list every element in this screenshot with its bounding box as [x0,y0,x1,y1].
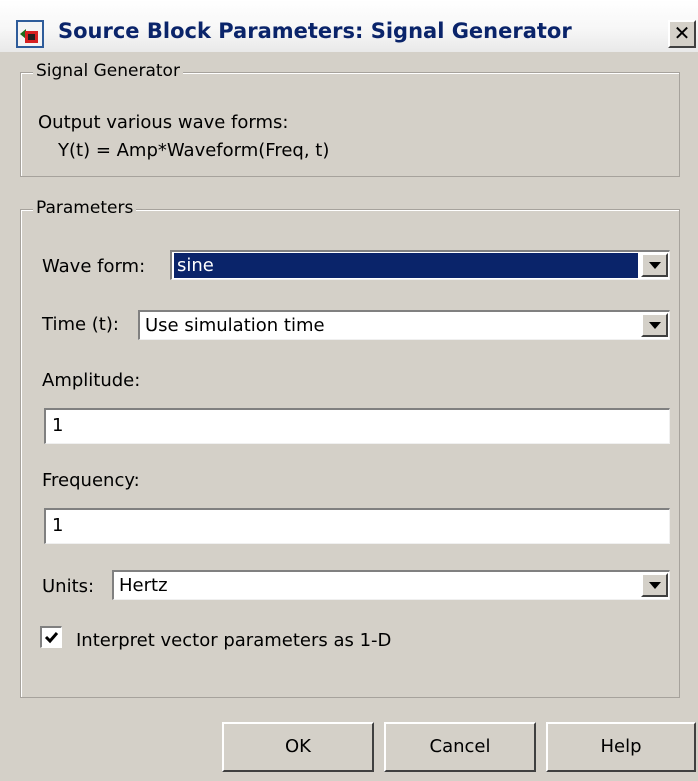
chevron-down-icon [649,582,661,589]
description-line-2: Y(t) = Amp*Waveform(Freq, t) [58,140,330,161]
amplitude-label: Amplitude: [42,370,141,391]
interpret-vector-label[interactable]: Interpret vector parameters as 1-D [76,630,391,651]
wave-form-select[interactable]: sine [170,250,670,280]
simulink-block-icon [16,20,44,48]
dialog-window: Source Block Parameters: Signal Generato… [0,0,698,781]
close-button[interactable]: ✕ [668,20,696,48]
check-icon [44,632,59,644]
frequency-label: Frequency: [42,470,140,491]
help-button[interactable]: Help [546,722,696,772]
units-label: Units: [42,576,95,597]
chevron-down-icon [649,262,661,269]
description-line-1: Output various wave forms: [38,112,289,133]
units-value: Hertz [119,575,168,596]
chevron-down-icon [649,322,661,329]
amplitude-input[interactable]: 1 [44,408,670,444]
wave-form-value: sine [174,253,638,278]
wave-form-dropdown-button[interactable] [641,253,668,277]
description-group-legend: Signal Generator [33,61,183,81]
time-dropdown-button[interactable] [641,313,668,337]
time-value: Use simulation time [145,315,325,336]
parameters-group-legend: Parameters [33,198,137,218]
window-title: Source Block Parameters: Signal Generato… [58,19,572,43]
frequency-input[interactable]: 1 [44,508,670,544]
ok-button[interactable]: OK [222,722,374,772]
units-dropdown-button[interactable] [641,573,668,597]
time-select[interactable]: Use simulation time [138,310,670,340]
close-icon: ✕ [673,21,691,45]
cancel-button[interactable]: Cancel [384,722,536,772]
interpret-vector-checkbox[interactable] [40,626,62,648]
wave-form-label: Wave form: [42,256,146,277]
units-select[interactable]: Hertz [112,570,670,600]
time-label: Time (t): [42,314,119,335]
title-bar[interactable]: Source Block Parameters: Signal Generato… [0,0,698,52]
parameters-group: Parameters [20,198,680,698]
